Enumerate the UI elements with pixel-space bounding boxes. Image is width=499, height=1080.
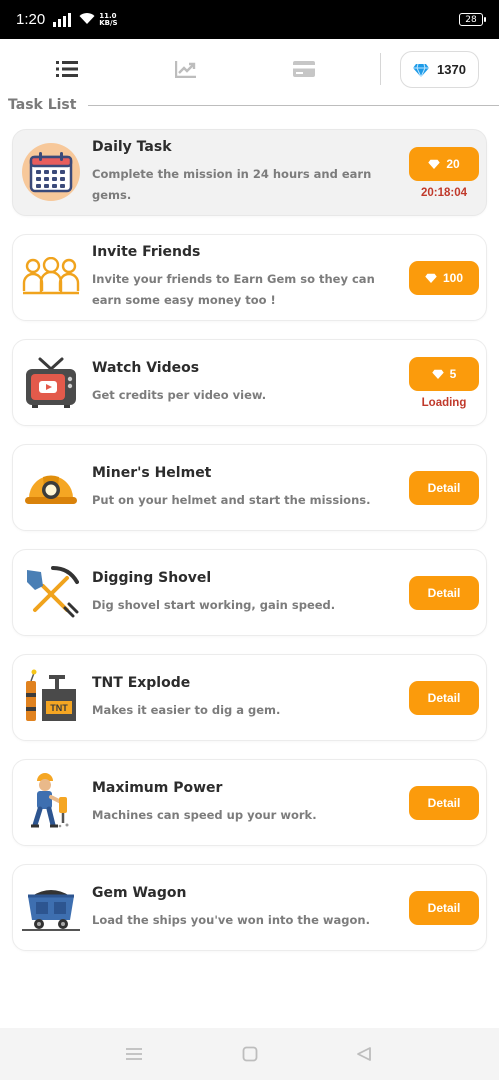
list-icon [56, 61, 78, 77]
loading-status: Loading [421, 396, 467, 409]
gem-balance-value: 1370 [437, 62, 466, 77]
task-list: Daily Task Complete the mission in 24 ho… [12, 129, 487, 969]
task-description: Complete the mission in 24 hours and ear… [92, 167, 372, 202]
detail-button[interactable]: Detail [409, 680, 479, 715]
task-card-invite-friends[interactable]: Invite Friends Invite your friends to Ea… [12, 234, 487, 321]
system-nav-bar [0, 1028, 499, 1080]
task-description: Makes it easier to dig a gem. [92, 702, 281, 717]
task-card-watch-videos[interactable]: Watch Videos Get credits per video view.… [12, 339, 487, 426]
task-title: Miner's Helmet [92, 464, 212, 481]
reward-amount: 100 [442, 270, 464, 285]
tab-list[interactable] [47, 55, 87, 83]
chart-icon [175, 61, 196, 78]
status-time: 1:20 [16, 11, 46, 28]
task-title: Digging Shovel [92, 569, 212, 586]
task-card-daily-task[interactable]: Daily Task Complete the mission in 24 ho… [12, 129, 487, 216]
battery-level: 28 [465, 14, 477, 25]
helmet-icon [21, 457, 81, 517]
task-title: TNT Explode [92, 674, 191, 691]
task-list-header: Task List [8, 95, 499, 115]
gem-balance[interactable]: 1370 [400, 51, 479, 88]
task-card-miners-helmet[interactable]: Miner's Helmet Put on your helmet and st… [12, 444, 487, 531]
task-title: Gem Wagon [92, 884, 187, 901]
reward-button[interactable]: 100 [409, 260, 479, 295]
wifi-icon [79, 11, 95, 29]
diamond-icon [428, 159, 441, 169]
jackhammer-worker-icon [21, 772, 81, 832]
tab-chart[interactable] [166, 55, 206, 83]
network-speed: 11.0 KB/S [99, 12, 118, 27]
nav-divider [380, 53, 381, 85]
calendar-icon [21, 142, 81, 202]
task-description: Load the ships you've won into the wagon… [92, 912, 370, 927]
task-card-digging-shovel[interactable]: Digging Shovel Dig shovel start working,… [12, 549, 487, 636]
battery-icon: 28 [459, 13, 486, 26]
diamond-icon [413, 63, 430, 77]
task-title: Watch Videos [92, 359, 200, 376]
reward-button[interactable]: 5 [409, 356, 479, 391]
network-speed-unit: KB/S [99, 18, 118, 27]
detail-button[interactable]: Detail [409, 785, 479, 820]
reward-amount: 5 [449, 366, 457, 381]
task-title: Maximum Power [92, 779, 223, 796]
detail-button[interactable]: Detail [409, 890, 479, 925]
reward-amount: 20 [446, 156, 460, 171]
tnt-icon: TNT [21, 667, 81, 727]
tv-icon [21, 352, 81, 412]
mine-cart-icon [21, 877, 81, 937]
shovel-pickaxe-icon [21, 562, 81, 622]
section-divider [88, 104, 499, 106]
task-description: Put on your helmet and start the mission… [92, 492, 371, 507]
tab-card[interactable] [284, 55, 324, 83]
status-bar: 1:20 11.0 KB/S 28 [0, 0, 499, 39]
menu-icon[interactable] [124, 1044, 144, 1064]
tnt-label: TNT [50, 703, 68, 713]
task-card-gem-wagon[interactable]: Gem Wagon Load the ships you've won into… [12, 864, 487, 951]
task-description: Get credits per video view. [92, 387, 267, 402]
section-title: Task List [8, 97, 77, 113]
diamond-icon [425, 273, 437, 283]
task-description: Dig shovel start working, gain speed. [92, 597, 336, 612]
detail-button[interactable]: Detail [409, 470, 479, 505]
card-icon [293, 61, 315, 77]
top-nav: 1370 [0, 39, 499, 99]
task-card-tnt-explode[interactable]: TNT TNT Explode Makes it easier to dig a… [12, 654, 487, 741]
group-icon [21, 247, 81, 307]
task-description: Machines can speed up your work. [92, 807, 317, 822]
countdown-timer: 20:18:04 [420, 186, 468, 199]
task-card-maximum-power[interactable]: Maximum Power Machines can speed up your… [12, 759, 487, 846]
signal-icon [53, 12, 72, 27]
reward-button[interactable]: 20 [409, 146, 479, 181]
home-icon[interactable] [240, 1044, 260, 1064]
back-icon[interactable] [354, 1044, 374, 1064]
task-title: Invite Friends [92, 244, 201, 260]
detail-button[interactable]: Detail [409, 575, 479, 610]
task-title: Daily Task [92, 139, 172, 155]
diamond-icon [431, 369, 444, 379]
task-description: Invite your friends to Earn Gem so they … [92, 272, 375, 307]
